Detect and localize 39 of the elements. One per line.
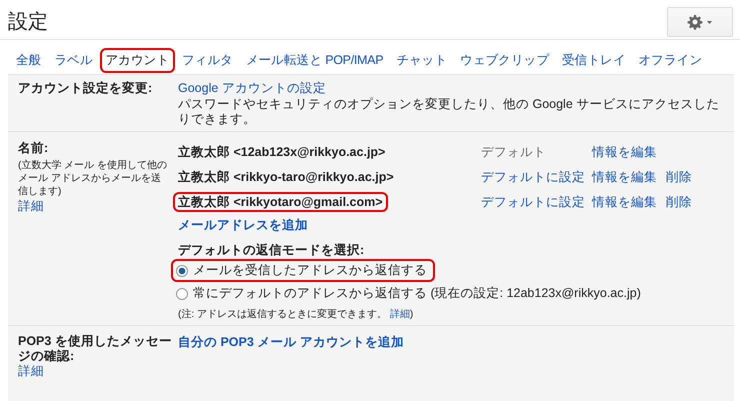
edit-info-link[interactable]: 情報を編集	[592, 169, 657, 186]
settings-icon	[686, 14, 714, 30]
radio-button[interactable]	[176, 288, 188, 300]
hint-text: (立数大学 メール を使用して他のメール アドレスからメールを送信します)	[18, 159, 168, 198]
set-default-link[interactable]: デフォルトに設定	[481, 170, 585, 184]
edit-info-link[interactable]: 情報を編集	[592, 194, 657, 211]
delete-link[interactable]: 削除	[666, 194, 692, 211]
note-text: (注: アドレスは返信するときに変更できます。	[178, 309, 387, 320]
email-address: 立教太郎 <rikkyotaro@gmail.com>	[173, 192, 388, 212]
edit-info-link[interactable]: 情報を編集	[592, 144, 657, 161]
note-text: )	[410, 309, 414, 320]
section-label: POP3 を使用したメッセージの確認:	[18, 334, 173, 364]
account-settings-link[interactable]: Google アカウントの設定	[178, 80, 724, 97]
add-email-link[interactable]: メールアドレスを追加	[178, 217, 724, 234]
radio-button[interactable]	[176, 264, 188, 276]
email-address: 立教太郎 <12ab123x@rikkyo.ac.jp>	[177, 144, 386, 161]
delete-link[interactable]: 削除	[666, 169, 692, 186]
settings-button[interactable]	[667, 6, 733, 36]
reply-option[interactable]: メールを受信したアドレスから返信する	[171, 259, 435, 282]
tab[interactable]: 全般	[10, 48, 48, 73]
details-link[interactable]: 詳細	[18, 364, 178, 379]
set-default-link[interactable]: デフォルトに設定	[481, 195, 585, 209]
tab[interactable]: メール転送と POP/IMAP	[240, 48, 390, 73]
tab[interactable]: オフライン	[632, 48, 708, 73]
section-label: アカウント設定を変更:	[18, 80, 154, 97]
details-link[interactable]: 詳細	[390, 309, 410, 320]
description-text: パスワードやセキュリティのオプションを変更したり、他の Google サービスにアクセスしたりできます。	[178, 97, 720, 127]
email-address: 立教太郎 <rikkyo-taro@rikkyo.ac.jp>	[177, 169, 395, 186]
tab[interactable]: 受信トレイ	[556, 48, 632, 73]
add-pop3-link[interactable]: 自分の POP3 メール アカウントを追加	[178, 334, 724, 351]
tab[interactable]: ウェブクリップ	[454, 48, 555, 73]
tab[interactable]: ラベル	[48, 48, 99, 73]
default-label: デフォルト	[481, 145, 546, 159]
tab[interactable]: チャット	[390, 48, 454, 73]
tab[interactable]: フィルタ	[176, 48, 239, 73]
page-title: 設定	[8, 10, 48, 35]
section-label: 名前:	[18, 140, 50, 157]
reply-mode-heading: デフォルトの返信モードを選択:	[178, 242, 366, 259]
reply-option[interactable]: 常にデフォルトのアドレスから返信する (現在の設定: 12ab123x@rikkyo.ac.jp)	[171, 282, 649, 305]
